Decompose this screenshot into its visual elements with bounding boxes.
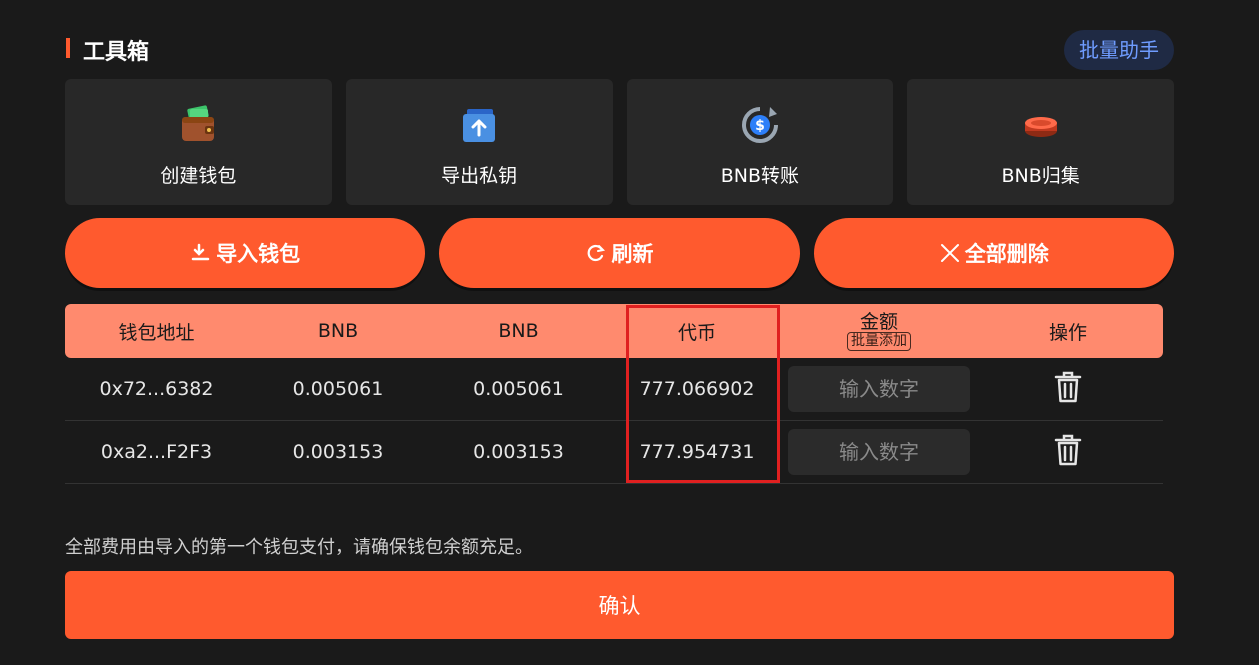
tool-bnb-transfer[interactable]: $ BNB转账 <box>626 79 894 205</box>
wallet-table: 钱包地址 BNB BNB 代币 金额 批量添加 操作 0x72...6382 0… <box>65 304 1163 484</box>
amount-input[interactable] <box>788 366 970 412</box>
table-header: 钱包地址 BNB BNB 代币 金额 批量添加 操作 <box>65 304 1163 358</box>
tool-label: BNB归集 <box>1001 165 1080 187</box>
trash-icon[interactable] <box>1053 370 1083 404</box>
wallet-address: 0xa2...F2F3 <box>100 441 213 463</box>
amount-input[interactable] <box>788 429 970 475</box>
import-wallet-label: 导入钱包 <box>216 242 301 266</box>
bnb-balance: 0.005061 <box>292 378 384 400</box>
bnb-balance-2: 0.003153 <box>473 441 564 463</box>
wallet-address: 0x72...6382 <box>99 378 214 400</box>
col-token-header: 代币 <box>677 321 716 344</box>
amount-cell <box>785 429 973 475</box>
operation-cell <box>973 433 1163 472</box>
page-title: 工具箱 <box>83 40 150 65</box>
amount-header-label: 金额 <box>859 310 898 333</box>
action-bar: 导入钱包 刷新 全部删除 <box>65 218 1174 288</box>
batch-helper-button[interactable]: 批量助手 <box>1064 30 1174 70</box>
col-bnb2-header: BNB <box>498 320 539 342</box>
amount-cell <box>785 366 973 412</box>
col-amount-header: 金额 批量添加 <box>785 312 973 351</box>
refresh-label: 刷新 <box>611 242 654 266</box>
tool-export-key[interactable]: 导出私钥 <box>345 79 613 205</box>
section-header: 工具箱 批量助手 <box>65 30 1174 70</box>
tool-create-wallet[interactable]: 创建钱包 <box>65 79 332 205</box>
bnb-balance-2: 0.005061 <box>473 378 564 400</box>
wallet-icon <box>182 105 215 141</box>
fee-note: 全部费用由导入的第一个钱包支付，请确保钱包余额充足。 <box>65 537 533 558</box>
delete-all-button[interactable]: 全部删除 <box>813 218 1174 288</box>
title-accent-bar <box>66 38 70 58</box>
bnb-balance: 0.003153 <box>292 441 384 463</box>
tool-label: BNB转账 <box>720 165 800 187</box>
trash-icon[interactable] <box>1053 433 1083 467</box>
tool-label: 导出私钥 <box>441 165 518 187</box>
tool-label: 创建钱包 <box>160 165 237 187</box>
collect-icon <box>1024 117 1057 137</box>
col-bnb-header: BNB <box>317 320 359 342</box>
import-wallet-button[interactable]: 导入钱包 <box>65 218 426 288</box>
refresh-icon <box>588 244 606 262</box>
export-icon <box>463 109 496 142</box>
table-row: 0xa2...F2F3 0.003153 0.003153 777.954731 <box>65 421 1163 484</box>
token-balance: 777.954731 <box>639 441 755 463</box>
col-address-header: 钱包地址 <box>118 321 195 344</box>
toolbox-grid: 创建钱包 导出私钥 $ BNB转账 BNB归集 <box>65 79 1174 205</box>
confirm-button[interactable]: 确认 <box>65 571 1174 639</box>
download-icon <box>191 243 210 261</box>
tool-bnb-collect[interactable]: BNB归集 <box>907 79 1174 205</box>
operation-cell <box>973 370 1163 409</box>
transfer-icon: $ <box>741 107 778 143</box>
table-row: 0x72...6382 0.005061 0.005061 777.066902 <box>65 358 1163 421</box>
close-icon <box>940 244 959 262</box>
token-balance: 777.066902 <box>639 378 755 400</box>
col-operation-header: 操作 <box>1048 321 1087 344</box>
delete-all-label: 全部删除 <box>964 242 1049 266</box>
refresh-button[interactable]: 刷新 <box>439 218 800 288</box>
svg-text:$: $ <box>755 118 765 134</box>
batch-add-button[interactable]: 批量添加 <box>847 331 911 351</box>
